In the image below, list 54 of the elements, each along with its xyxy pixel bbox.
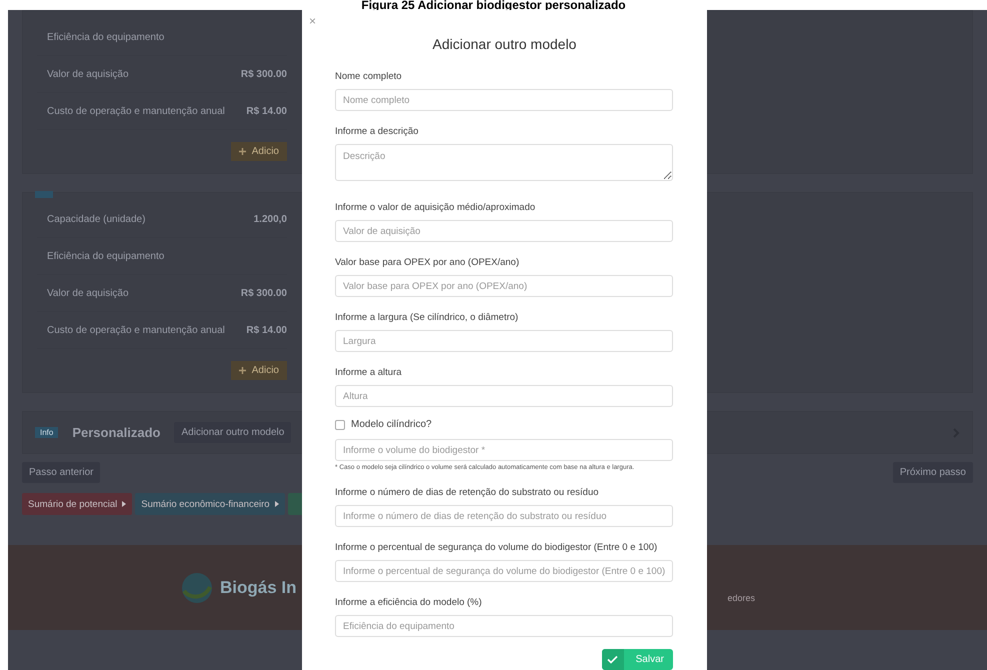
checkbox[interactable] — [335, 420, 345, 430]
input-field[interactable]: Nome completo — [335, 89, 673, 111]
row-value: 1.200,0 — [254, 214, 287, 224]
input-field[interactable]: Informe o volume do biodigestor * — [335, 439, 673, 461]
modal-title: Adicionar outro modelo — [432, 36, 578, 52]
caret-right-icon — [122, 501, 126, 507]
summary-button[interactable]: Sumário de potencial — [22, 493, 132, 515]
row-label: Valor de aquisição — [47, 68, 129, 80]
field-label: Informe o número de dias de retenção do substrato ou resíduo — [335, 487, 600, 498]
field-label: Informe o valor de aquisição médio/aproximado — [335, 202, 536, 213]
row-label: Valor de aquisição — [47, 288, 129, 298]
input-field[interactable]: Valor de aquisição — [335, 220, 673, 242]
field-label: Informe a altura — [335, 367, 403, 378]
previous-step-button[interactable]: Passo anterior — [22, 462, 100, 483]
field-label: Nome completo — [335, 71, 403, 82]
checkmark-icon — [607, 655, 618, 664]
row-label: Capacidade (unidade) — [47, 214, 146, 224]
caret-right-icon — [274, 501, 279, 507]
add-button[interactable]: Adicio — [230, 361, 287, 380]
input-field[interactable]: Altura — [335, 385, 673, 407]
input-field[interactable]: Informe o percentual de segurança do volume do biodigestor (Entre 0 e 100) — [335, 560, 673, 582]
row-value: R$ 300.00 — [240, 68, 287, 80]
row-label: Eficiência do equipamento — [47, 250, 164, 262]
field-label: Informe a descrição — [335, 126, 420, 137]
description-field[interactable]: Descrição — [335, 144, 673, 181]
next-step-button[interactable]: Próximo passo — [892, 462, 973, 483]
row-value: R$ 14.00 — [246, 106, 287, 116]
summary-button[interactable]: Sumário econômico-financeiro — [135, 493, 285, 515]
input-field[interactable]: Valor base para OPEX por ano (OPEX/ano) — [335, 275, 673, 297]
globe-icon — [180, 570, 214, 604]
plus-icon — [238, 148, 246, 155]
field-label: Informe a largura (Se cilíndrico, o diâmetro) — [335, 312, 520, 323]
plus-icon — [238, 367, 246, 374]
field-label: Informe a eficiência do modelo (%) — [335, 597, 483, 608]
row-value: R$ 300.00 — [240, 288, 287, 298]
field-label: Valor base para OPEX por ano (OPEX/ano) — [335, 257, 520, 268]
row-label: Custo de operação e manutenção anual — [47, 324, 225, 336]
input-field[interactable]: Largura — [335, 330, 673, 352]
row-value: R$ 14.00 — [246, 324, 287, 336]
footer-text: edores — [728, 592, 756, 602]
input-field[interactable]: Eficiência do equipamento — [335, 615, 673, 637]
checkbox-label: Modelo cilíndrico? — [351, 419, 432, 430]
figure-caption: Figura 25 Adicionar biodigestor personalizado — [360, 0, 627, 10]
add-model-button[interactable]: Adicionar outro modelo — [174, 422, 292, 443]
close-button[interactable]: × — [306, 14, 320, 28]
save-button[interactable]: Salvar — [602, 649, 673, 670]
add-button[interactable]: Adicio — [230, 142, 287, 161]
row-label: Custo de operação e manutenção anual — [47, 106, 225, 116]
input-field[interactable]: Informe o número de dias de retenção do substrato ou resíduo — [335, 505, 673, 527]
logo-text: Biogás In — [220, 578, 297, 598]
row-label: Eficiência do equipamento — [47, 32, 164, 42]
section-title: Personalizado — [72, 425, 160, 440]
info-badge: Info — [35, 427, 58, 438]
field-label: Informe o percentual de segurança do volume do biodigestor (Entre 0 e 100) — [335, 542, 658, 553]
